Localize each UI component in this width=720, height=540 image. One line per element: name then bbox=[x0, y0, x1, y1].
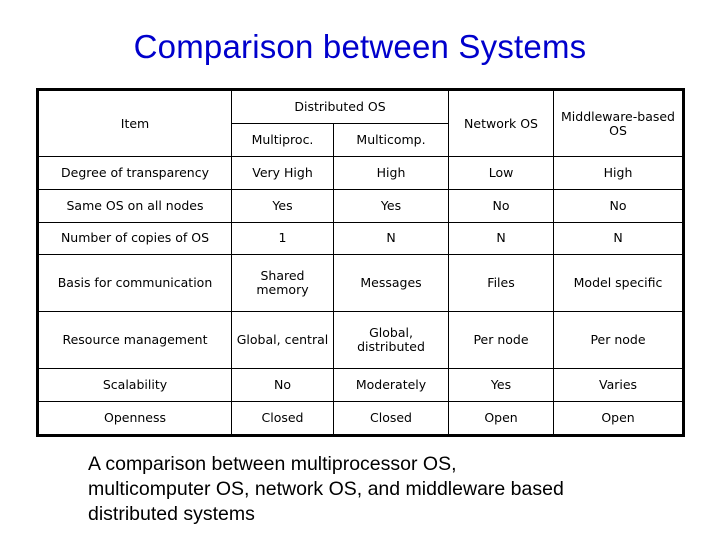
row-label: Openness bbox=[37, 400, 232, 437]
row-label: Basis for communication bbox=[37, 254, 232, 313]
cell-multiproc: 1 bbox=[231, 221, 334, 256]
table-header-row-1: Item Distributed OS Network OS Middlewar… bbox=[37, 88, 685, 158]
table-row: Resource management Global, central Glob… bbox=[37, 311, 685, 369]
cell-middleware: High bbox=[553, 156, 685, 190]
row-label: Scalability bbox=[37, 367, 232, 402]
row-label: Number of copies of OS bbox=[37, 221, 232, 256]
cell-network: N bbox=[448, 221, 555, 256]
cell-network: Yes bbox=[448, 367, 555, 402]
cell-network: Files bbox=[448, 254, 555, 313]
slide-canvas: Comparison between Systems Item Distribu… bbox=[0, 0, 720, 540]
header-cell-distributed-os: Distributed OS bbox=[230, 88, 450, 125]
slide-title: Comparison between Systems bbox=[133, 28, 587, 65]
cell-network: Open bbox=[448, 400, 555, 437]
caption-line-3: distributed systems bbox=[88, 503, 255, 525]
table-row: Number of copies of OS 1 N N N bbox=[37, 221, 685, 256]
row-label: Degree of transparency bbox=[37, 156, 232, 190]
cell-multiproc: Shared memory bbox=[231, 254, 334, 313]
cell-middleware: Varies bbox=[553, 367, 685, 402]
cell-multiproc: Closed bbox=[231, 400, 334, 437]
cell-multicomp: Global, distributed bbox=[332, 311, 450, 369]
caption-line-2: multicomputer OS, network OS, and middle… bbox=[88, 478, 564, 500]
table-row: Scalability No Moderately Yes Varies bbox=[37, 367, 685, 402]
cell-multicomp: Closed bbox=[332, 400, 450, 437]
cell-middleware: Open bbox=[553, 400, 685, 437]
header-cell-item: Item bbox=[37, 88, 232, 158]
cell-middleware: Per node bbox=[553, 311, 685, 369]
row-label: Same OS on all nodes bbox=[37, 188, 232, 223]
cell-middleware: N bbox=[553, 221, 685, 256]
cell-multicomp: Messages bbox=[332, 254, 450, 313]
table-row: Openness Closed Closed Open Open bbox=[37, 400, 685, 437]
header-cell-network-os: Network OS bbox=[448, 88, 555, 158]
cell-multicomp: Yes bbox=[332, 188, 450, 223]
table-row: Basis for communication Shared memory Me… bbox=[37, 254, 685, 313]
cell-multicomp: N bbox=[332, 221, 450, 256]
cell-multiproc: Yes bbox=[231, 188, 334, 223]
comparison-table: Item Distributed OS Network OS Middlewar… bbox=[36, 88, 686, 437]
cell-middleware: No bbox=[553, 188, 685, 223]
row-label: Resource management bbox=[37, 311, 232, 369]
comparison-table-container: Item Distributed OS Network OS Middlewar… bbox=[36, 88, 686, 437]
header-cell-multiproc: Multiproc. bbox=[231, 123, 334, 158]
cell-network: Low bbox=[448, 156, 555, 190]
cell-middleware: Model specific bbox=[553, 254, 685, 313]
cell-network: Per node bbox=[448, 311, 555, 369]
table-row: Degree of transparency Very High High Lo… bbox=[37, 156, 685, 190]
cell-multiproc: Very High bbox=[231, 156, 334, 190]
caption-line-1: A comparison between multiprocessor OS, bbox=[88, 453, 457, 475]
header-cell-middleware-os: Middleware-based OS bbox=[553, 88, 685, 158]
table-row: Same OS on all nodes Yes Yes No No bbox=[37, 188, 685, 223]
header-cell-multicomp: Multicomp. bbox=[332, 123, 450, 158]
cell-multiproc: Global, central bbox=[231, 311, 334, 369]
cell-multicomp: High bbox=[332, 156, 450, 190]
cell-multicomp: Moderately bbox=[332, 367, 450, 402]
slide-caption: A comparison between multiprocessor OS, … bbox=[88, 452, 688, 527]
cell-network: No bbox=[448, 188, 555, 223]
cell-multiproc: No bbox=[231, 367, 334, 402]
